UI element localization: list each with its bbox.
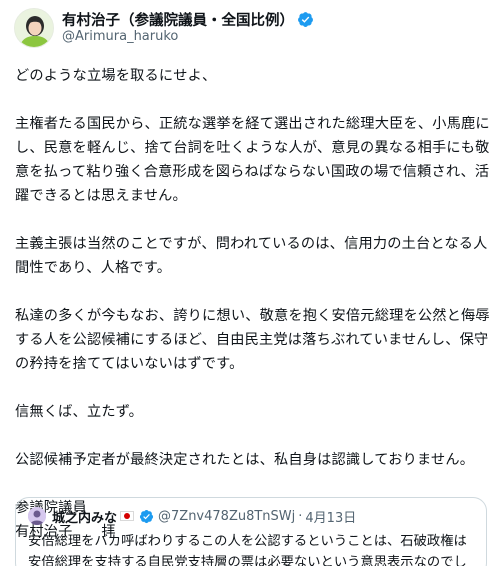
verified-badge-icon [298, 12, 313, 27]
quoted-display-name[interactable]: 城之内みな [52, 507, 117, 526]
author-name-row: 有村治子（参議院議員・全国比例） [62, 9, 314, 30]
quoted-date[interactable]: 4月13日 [305, 507, 356, 526]
tweet-paragraph: 主権者たる国民から、正統な選挙を経て選出された総理大臣を、小馬鹿にし、民意を軽ん… [15, 116, 490, 204]
tweet-header: 有村治子（参議院議員・全国比例） @Arimura_haruko [14, 8, 486, 48]
quoted-avatar[interactable] [28, 507, 46, 525]
avatar[interactable] [14, 8, 54, 48]
verified-badge-icon [139, 509, 154, 523]
tweet-paragraph: 主義主張は当然のことですが、問われているのは、信用力の土台となる人間性であり、人… [15, 236, 488, 276]
quoted-tweet[interactable]: 城之内みな @7Znv478Zu8TnSWj · 4月13日 安倍総理をバカ呼ば… [15, 497, 487, 566]
tweet-paragraph: 信無くば、立たず。 [15, 404, 144, 420]
separator-dot: · [298, 508, 303, 524]
quoted-tweet-header: 城之内みな @7Znv478Zu8TnSWj · 4月13日 [28, 506, 474, 526]
tweet-paragraph: どのような立場を取るにせよ、 [15, 68, 217, 84]
tweet-paragraph: 私達の多くが今もなお、誇りに想い、敬意を抱く安倍元総理を公然と侮辱する人を公認候… [15, 308, 490, 372]
display-name[interactable]: 有村治子（参議院議員・全国比例） [62, 9, 294, 30]
quoted-profile-photo [28, 507, 46, 525]
quoted-handle[interactable]: @7Znv478Zu8TnSWj [158, 509, 295, 524]
author-handle[interactable]: @Arimura_haruko [62, 29, 178, 44]
japan-flag-icon [120, 511, 135, 521]
tweet-body: どのような立場を取るにせよ、 主権者たる国民から、正統な選挙を経て選出された総理… [15, 64, 491, 544]
quoted-text: 安倍総理をバカ呼ばわりするこの人を公認するということは、石破政権は安倍総理を支持… [28, 534, 467, 566]
profile-photo [15, 9, 53, 47]
tweet-paragraph: 公認候補予定者が最終決定されたとは、私自身は認識しておりません。 [15, 452, 475, 468]
